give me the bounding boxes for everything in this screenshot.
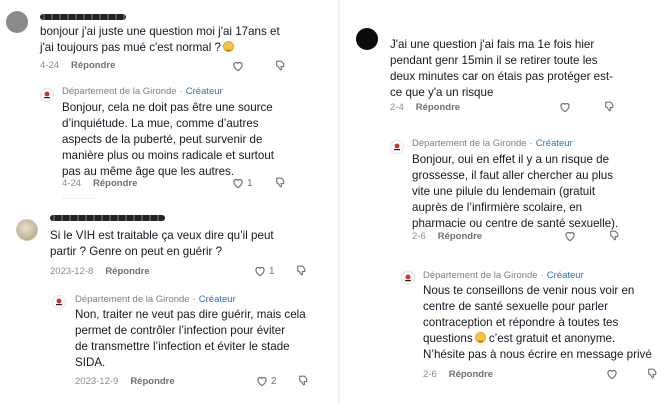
- creator-name: Département de la Gironde: [412, 138, 527, 149]
- dislike-button[interactable]: [646, 367, 659, 385]
- comment-meta: 2-4 Répondre: [390, 102, 460, 113]
- creator-badge: Créateur: [185, 86, 223, 97]
- dislike-button[interactable]: [608, 229, 621, 247]
- creator-name: Département de la Gironde: [423, 270, 538, 281]
- comment-text: J'ai une question j'ai fais ma 1e fois h…: [390, 38, 613, 99]
- thumbs-down-icon: [299, 375, 308, 386]
- gironde-logo-icon[interactable]: [52, 295, 66, 309]
- gironde-logo-icon[interactable]: [401, 271, 415, 285]
- heart-outline-icon: [233, 61, 243, 72]
- user-avatar[interactable]: [6, 11, 28, 33]
- reply-meta: 2-6 Répondre: [423, 369, 493, 380]
- like-count: 1: [269, 265, 275, 277]
- creator-badge: Créateur: [546, 270, 584, 281]
- creator-reply-1: Département de la Gironde · Créateur Bonjo…: [0, 80, 338, 203]
- thumbs-down-icon: [610, 230, 619, 241]
- comment-meta: 2023-12-8 Répondre: [50, 266, 150, 277]
- like-button[interactable]: [563, 229, 577, 243]
- creator-name: Département de la Gironde: [75, 294, 190, 305]
- reply-date: 2-6: [423, 369, 437, 380]
- dislike-button[interactable]: [297, 374, 310, 392]
- heart-outline-icon: [255, 266, 265, 277]
- dislike-button[interactable]: [603, 100, 616, 118]
- redacted-username[interactable]: [40, 14, 126, 20]
- like-button[interactable]: [231, 59, 245, 73]
- like-button[interactable]: 1: [231, 176, 253, 190]
- comment-thread-3: J'ai une question j'ai fais ma 1e fois h…: [340, 20, 667, 120]
- gironde-logo-icon[interactable]: [390, 140, 404, 154]
- comment-text: bonjour j'ai juste une question moi j'ai…: [40, 25, 280, 54]
- heart-outline-icon: [607, 369, 617, 380]
- smiling-face-emoji-icon: [474, 332, 486, 343]
- redacted-username[interactable]: [50, 215, 165, 221]
- user-avatar[interactable]: [16, 219, 38, 241]
- dislike-button[interactable]: [295, 264, 308, 282]
- reply-meta: 2023-12-9 Répondre: [75, 376, 175, 387]
- user-avatar[interactable]: [356, 28, 378, 50]
- dislike-button[interactable]: [274, 176, 287, 194]
- heart-outline-icon: [233, 178, 243, 189]
- thumbs-down-icon: [276, 60, 285, 71]
- thumbs-down-icon: [297, 265, 306, 276]
- creator-author-line[interactable]: Département de la Gironde · Créateur: [75, 294, 236, 305]
- like-button[interactable]: 2: [255, 374, 277, 388]
- creator-author-line[interactable]: Département de la Gironde · Créateur: [423, 270, 584, 281]
- like-button[interactable]: [558, 100, 572, 114]
- heart-outline-icon: [565, 231, 575, 242]
- comment-date: 4-24: [40, 60, 60, 71]
- reply-button[interactable]: Répondre: [438, 231, 482, 242]
- creator-reply-3: Département de la Gironde · Créateur Bonjo…: [340, 133, 667, 251]
- comment-meta: 4-24 Répondre: [40, 60, 115, 71]
- creator-author-line[interactable]: Département de la Gironde · Créateur: [62, 86, 223, 97]
- creator-badge: Créateur: [535, 138, 573, 149]
- comment-date: 2023-12-8: [50, 266, 94, 277]
- reply-meta: 2-6 Répondre: [412, 231, 482, 242]
- like-button[interactable]: 1: [253, 264, 275, 278]
- like-button[interactable]: [605, 367, 619, 381]
- heart-outline-icon: [560, 102, 570, 113]
- reply-button[interactable]: Répondre: [71, 60, 115, 71]
- reply-button[interactable]: Répondre: [105, 266, 149, 277]
- creator-name: Département de la Gironde: [62, 86, 177, 97]
- creator-author-line[interactable]: Département de la Gironde · Créateur: [412, 138, 573, 149]
- creator-badge: Créateur: [198, 294, 236, 305]
- reply-button[interactable]: Répondre: [416, 102, 460, 113]
- comment-thread-2: Si le VIH est traitable ça veux dire qu’…: [0, 205, 338, 285]
- left-comment-column: bonjour j'ai juste une question moi j'ai…: [0, 0, 338, 403]
- smiling-face-emoji-icon: [223, 41, 234, 52]
- truncated-line: ·········: [62, 194, 95, 203]
- thumbs-down-icon: [648, 368, 657, 379]
- reply-text: Bonjour, cela ne doit pas être une sourc…: [62, 101, 275, 178]
- comment-text: Si le VIH est traitable ça veux dire qu’…: [50, 229, 274, 258]
- creator-reply-2: Département de la Gironde · Créateur Non, …: [0, 290, 338, 400]
- like-count: 2: [271, 375, 277, 387]
- dislike-button[interactable]: [274, 59, 287, 77]
- thumbs-down-icon: [276, 177, 285, 188]
- thumbs-down-icon: [605, 101, 614, 112]
- reply-date: 2-6: [412, 231, 426, 242]
- reply-button[interactable]: Répondre: [449, 369, 493, 380]
- reply-date: 4-24: [62, 178, 82, 189]
- reply-button[interactable]: Répondre: [130, 376, 174, 387]
- comment-date: 2-4: [390, 102, 404, 113]
- reply-text: Nous te conseillons de venir nous voir e…: [423, 284, 652, 361]
- like-count: 1: [247, 177, 253, 189]
- reply-date: 2023-12-9: [75, 376, 119, 387]
- heart-outline-icon: [257, 376, 267, 387]
- reply-text: Bonjour, oui en effet il y a un risque d…: [412, 153, 619, 230]
- reply-text: Non, traiter ne veut pas dire guérir, ma…: [75, 308, 306, 369]
- creator-reply-4: Département de la Gironde · Créateur Nous …: [340, 266, 667, 391]
- reply-meta: 4-24 Répondre: [62, 178, 137, 189]
- comment-thread-1: bonjour j'ai juste une question moi j'ai…: [0, 0, 338, 80]
- reply-button[interactable]: Répondre: [93, 178, 137, 189]
- gironde-logo-icon[interactable]: [40, 88, 54, 102]
- right-comment-column: J'ai une question j'ai fais ma 1e fois h…: [340, 0, 667, 403]
